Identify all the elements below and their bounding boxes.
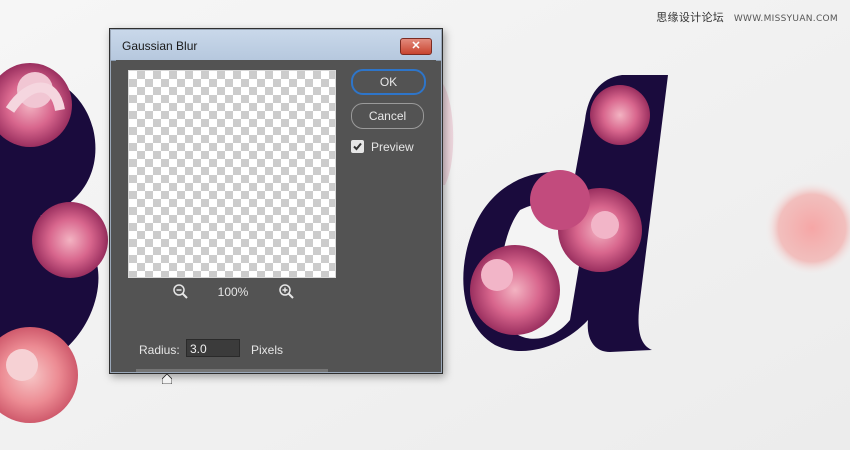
radius-slider-track[interactable]	[136, 369, 328, 372]
radius-input[interactable]: 3.0	[186, 339, 240, 357]
ok-button[interactable]: OK	[351, 69, 426, 95]
dialog-titlebar[interactable]: Gaussian Blur ✕	[111, 30, 441, 61]
preview-label: Preview	[371, 140, 414, 154]
watermark: 思缘设计论坛 WWW.MISSYUAN.COM	[656, 9, 838, 25]
close-icon: ✕	[411, 40, 421, 52]
radius-label: Radius:	[139, 343, 180, 357]
preview-pane[interactable]	[128, 70, 336, 278]
radius-unit-label: Pixels	[251, 343, 284, 357]
preview-checkbox[interactable]	[351, 140, 364, 153]
radius-slider-thumb[interactable]	[161, 374, 172, 384]
gaussian-blur-dialog: Gaussian Blur ✕ 100% Radius: 3.0 Pixels	[109, 28, 443, 384]
checkmark-icon	[353, 142, 362, 151]
dialog-content: 100% Radius: 3.0 Pixels OK Cancel Previe…	[116, 60, 436, 384]
zoom-in-icon[interactable]	[278, 283, 296, 301]
watermark-site-name: 思缘设计论坛	[656, 11, 725, 24]
zoom-level: 100%	[217, 285, 249, 299]
cancel-button[interactable]: Cancel	[351, 103, 424, 129]
zoom-controls: 100%	[128, 283, 334, 303]
dialog-title: Gaussian Blur	[122, 39, 198, 53]
watermark-url: WWW.MISSYUAN.COM	[733, 14, 838, 24]
zoom-out-icon[interactable]	[172, 283, 190, 301]
close-button[interactable]: ✕	[400, 38, 432, 55]
